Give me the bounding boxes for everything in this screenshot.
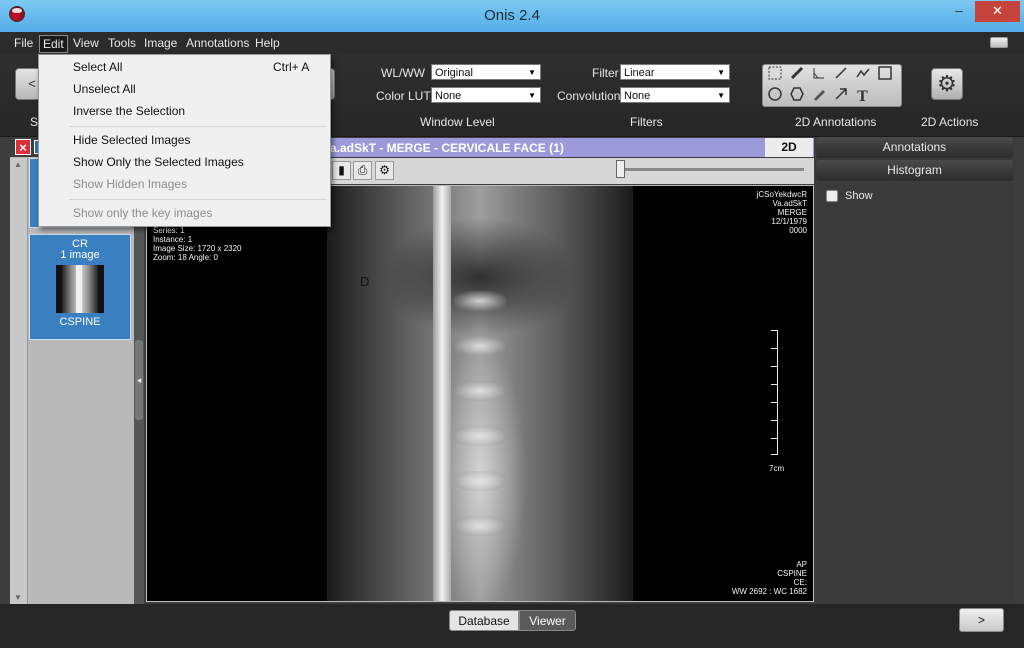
gear-icon[interactable]: ⚙ — [931, 68, 963, 100]
ruler-label: 7cm — [769, 464, 785, 473]
polygon-icon[interactable] — [786, 87, 807, 106]
menu-file[interactable]: File — [11, 35, 36, 51]
menu-help[interactable]: Help — [252, 35, 283, 51]
color-lut-value: None — [435, 90, 462, 102]
wlww-value: Original — [435, 67, 473, 79]
vertebra — [454, 336, 506, 356]
annotation-tools: T — [762, 64, 902, 107]
edit-menu-dropdown: Select All Ctrl+ A Unselect All Inverse … — [38, 54, 331, 227]
convolution-label: Convolution — [557, 89, 621, 103]
line-icon[interactable] — [830, 66, 851, 85]
select-rect-icon[interactable] — [764, 66, 785, 85]
vertebra — [454, 426, 506, 446]
color-lut-select[interactable]: None ▼ — [431, 87, 541, 103]
menu-view[interactable]: View — [70, 35, 102, 51]
menu-item-show-only-selected[interactable]: Show Only the Selected Images — [73, 155, 244, 169]
vertebra — [454, 471, 506, 491]
vertebra — [454, 291, 506, 311]
collapse-handle[interactable]: ◂ — [135, 340, 143, 420]
image-viewport[interactable]: Series: 1 Instance: 1 Image Size: 1720 x… — [146, 185, 814, 602]
close-icon[interactable]: × — [15, 139, 31, 155]
vertebra — [454, 516, 506, 536]
angle-icon[interactable] — [808, 66, 829, 85]
ruler-icon[interactable] — [786, 66, 807, 85]
show-histogram-label: Show — [845, 190, 873, 202]
close-window-button[interactable]: ✕ — [975, 1, 1020, 22]
text-tool-icon[interactable]: T — [852, 87, 873, 106]
thumb-count: 1 image — [60, 249, 100, 261]
section-2d-actions: 2D Actions — [921, 115, 979, 129]
pencil-icon[interactable] — [808, 87, 829, 106]
frame-slider-thumb[interactable] — [616, 160, 625, 178]
right-panel — [816, 137, 1014, 604]
tab-database[interactable]: Database — [449, 610, 519, 631]
overlay-bottom-right: AP CSPINE CE: WW 2692 : WC 1682 — [731, 560, 807, 596]
menu-edit[interactable]: Edit — [39, 35, 68, 53]
scale-ruler — [769, 330, 778, 455]
orientation-marker: D — [360, 274, 370, 289]
film-icon[interactable]: ▮ — [332, 161, 351, 180]
filter-value: Linear — [624, 67, 655, 79]
toggle-toolbar-button[interactable] — [990, 37, 1008, 48]
overlay-top-right: jCSoYekdwcR Va.adSkT MERGE 12/1/1979 000… — [756, 190, 807, 235]
mode-2d-button[interactable]: 2D — [765, 138, 813, 157]
viewer-title: a.adSkT - MERGE - CERVICALE FACE (1) — [330, 141, 564, 155]
color-lut-label: Color LUT — [376, 89, 431, 103]
section-window-level: Window Level — [420, 115, 495, 129]
menu-item-show-key-images: Show only the key images — [73, 206, 213, 220]
menu-item-select-all[interactable]: Select All — [73, 60, 122, 74]
menu-separator — [69, 199, 327, 200]
menu-bar: File Edit View Tools Image Annotations H… — [0, 32, 1024, 53]
filter-select[interactable]: Linear ▼ — [620, 64, 730, 80]
filter-label: Filter — [592, 66, 619, 80]
xray-image — [327, 186, 633, 601]
vertebra — [454, 381, 506, 401]
menu-item-inverse-selection[interactable]: Inverse the Selection — [73, 104, 185, 118]
wlww-label: WL/WW — [381, 66, 425, 80]
scroll-up-icon[interactable]: ▲ — [14, 160, 22, 169]
chevron-down-icon: ▼ — [528, 68, 536, 77]
polyline-icon[interactable] — [852, 66, 873, 85]
section-2d-annotations: 2D Annotations — [795, 115, 877, 129]
arrow-icon[interactable] — [830, 87, 851, 106]
scroll-down-icon[interactable]: ▼ — [14, 593, 22, 602]
rectangle-icon[interactable] — [874, 66, 895, 85]
convolution-select[interactable]: None ▼ — [620, 87, 730, 103]
histogram-panel-header[interactable]: Histogram — [816, 160, 1013, 181]
chevron-down-icon: ▼ — [717, 68, 725, 77]
tab-viewer[interactable]: Viewer — [519, 610, 576, 631]
annotations-panel-header[interactable]: Annotations — [816, 137, 1013, 158]
settings-icon[interactable]: ⚙ — [375, 161, 394, 180]
menu-image[interactable]: Image — [141, 35, 180, 51]
wlww-select[interactable]: Original ▼ — [431, 64, 541, 80]
chevron-down-icon: ▼ — [717, 91, 725, 100]
menu-separator — [69, 126, 327, 127]
menu-annotations[interactable]: Annotations — [183, 35, 252, 51]
print-icon[interactable]: ⎙ — [353, 161, 372, 180]
sidebar-scrollbar[interactable]: ▲ ▼ — [10, 158, 28, 604]
minimize-button[interactable]: – — [944, 1, 974, 22]
convolution-value: None — [624, 90, 651, 102]
thumbnail-image — [56, 265, 104, 313]
menu-gutter — [39, 55, 67, 226]
overlay-top-left: Series: 1 Instance: 1 Image Size: 1720 x… — [153, 226, 242, 262]
image-edge-band — [433, 186, 451, 601]
select-all-shortcut: Ctrl+ A — [273, 60, 310, 74]
next-button[interactable]: > — [959, 608, 1004, 632]
menu-tools[interactable]: Tools — [105, 35, 139, 51]
ellipse-icon[interactable] — [764, 87, 785, 106]
frame-slider-track[interactable] — [622, 168, 804, 171]
show-histogram-checkbox[interactable] — [826, 190, 838, 202]
thumb-label: CSPINE — [59, 316, 101, 328]
series-thumbnail[interactable]: CR 1 image CSPINE — [29, 234, 131, 340]
chevron-down-icon: ▼ — [528, 91, 536, 100]
title-bar: Onis 2.4 – ✕ — [0, 0, 1024, 32]
section-filters: Filters — [630, 115, 663, 129]
menu-item-hide-selected[interactable]: Hide Selected Images — [73, 133, 190, 147]
window-title: Onis 2.4 — [484, 7, 540, 24]
menu-item-unselect-all[interactable]: Unselect All — [73, 82, 136, 96]
menu-item-show-hidden: Show Hidden Images — [73, 177, 188, 191]
